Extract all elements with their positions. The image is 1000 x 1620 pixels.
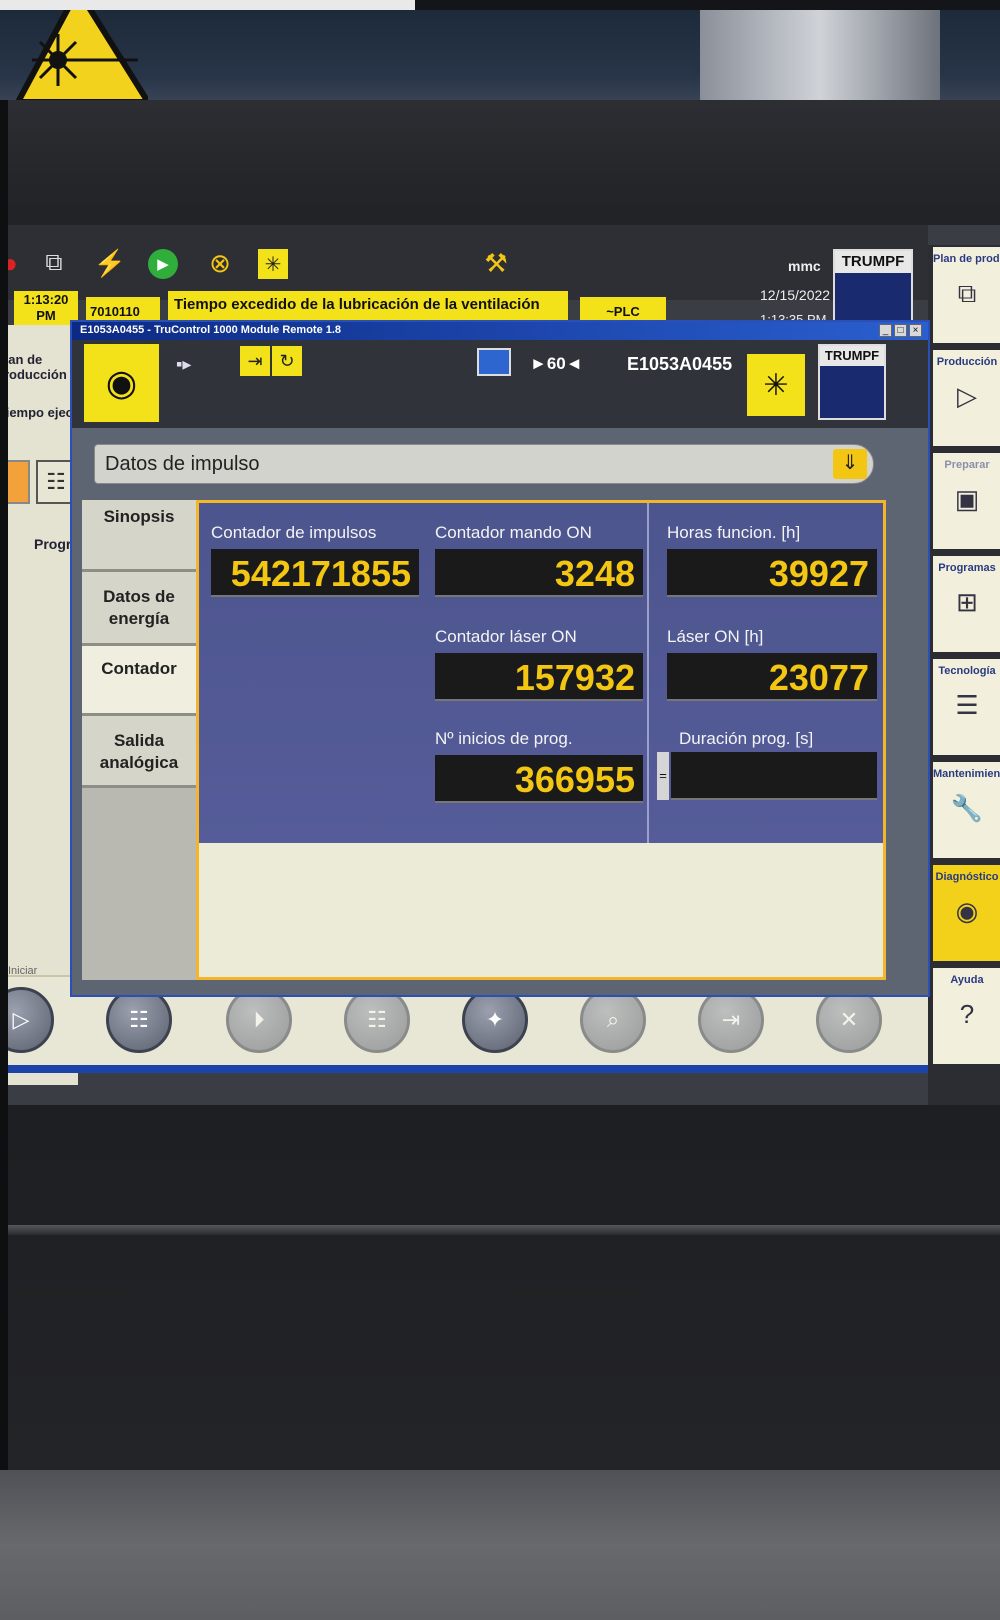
contador-impulsos-label: Contador de impulsos xyxy=(211,523,377,542)
counter-content: Contador de impulsos 542171855 Contador … xyxy=(196,500,886,980)
photo-top-strip xyxy=(0,0,1000,10)
machine-id: E1053A0455 xyxy=(627,354,733,374)
laser-on-value: 23077 xyxy=(667,653,877,701)
duracion-prog-label: Duración prog. [s] xyxy=(679,729,814,748)
horas-funcion-value: 39927 xyxy=(667,549,877,597)
layers-icon: ⧉ xyxy=(957,278,977,308)
monitor-icon[interactable] xyxy=(477,348,511,376)
lightning-icon[interactable]: ⚡ xyxy=(94,247,126,279)
counter-panel: Contador de impulsos 542171855 Contador … xyxy=(199,503,883,843)
laser-warning-sign-icon xyxy=(8,10,148,102)
sidebar-item-plan-produccion[interactable]: Plan de producción ⧉ xyxy=(931,245,1000,345)
side-tabs: Sinopsis Datos de energía Contador Salid… xyxy=(82,500,196,980)
right-sidebar: Plan de producción ⧉ Producción ▷ Prepar… xyxy=(928,245,1000,1105)
sidebar-item-ayuda[interactable]: Ayuda ? xyxy=(931,966,1000,1066)
prepare-icon: ▣ xyxy=(954,484,980,514)
sidebar-item-mantenimiento[interactable]: Mantenimiento 🔧 xyxy=(931,760,1000,860)
photo-top-dark xyxy=(415,0,1000,10)
data-category-dropdown[interactable]: Datos de impulso ⇓ xyxy=(94,444,874,484)
sidebar-item-programas[interactable]: Programas ⊞ xyxy=(931,554,1000,654)
tab-datos-energia[interactable]: Datos de energía xyxy=(82,572,196,646)
eye-icon: ◉ xyxy=(955,896,979,926)
eye-view-button[interactable]: ◉ xyxy=(84,344,159,422)
horas-funcion-label: Horas funcion. [h] xyxy=(667,523,801,542)
inicios-prog-label: Nº inicios de prog. xyxy=(435,729,573,748)
tab-sinopsis[interactable]: Sinopsis xyxy=(82,500,196,572)
trumpf-logo: TRUMPF xyxy=(833,249,913,327)
alarm-icon[interactable]: ● xyxy=(8,247,26,279)
contador-laser-label: Contador láser ON xyxy=(435,627,577,646)
trumpf-logo-dialog: TRUMPF xyxy=(818,344,886,420)
view-list-button[interactable] xyxy=(8,460,30,504)
inicios-prog-value: 366955 xyxy=(435,755,643,803)
record-step-icon[interactable]: ▪▸ xyxy=(176,354,191,375)
screen: ● ⧉ ⚡ ▶ ⊗ ✳ ⚒ mmc 12/15/2022 1:13:35 PM … xyxy=(8,225,1000,1105)
window-controls: _ □ × xyxy=(879,324,922,337)
close-icon[interactable]: × xyxy=(909,324,922,337)
help-icon: ? xyxy=(959,999,975,1029)
laser-on-label: Láser ON [h] xyxy=(667,627,764,646)
chevron-down-icon[interactable]: ⇓ xyxy=(833,449,867,479)
start-icon[interactable]: ▶ xyxy=(148,249,178,279)
laser-icon[interactable]: ✳ xyxy=(258,249,288,279)
play-frame-icon: ▷ xyxy=(957,381,977,411)
sidebar-item-preparar[interactable]: Preparar ▣ xyxy=(931,451,1000,551)
blue-strip xyxy=(8,1065,1000,1073)
wrench-icon: 🔧 xyxy=(950,793,984,823)
stop-circle-icon[interactable]: ⊗ xyxy=(204,247,236,279)
tab-salida-analogica[interactable]: Salida analógica xyxy=(82,716,196,788)
left-app-panel: Plan de producción Tiempo ejec. ☷ Progr … xyxy=(8,325,78,1085)
dialog-header: ◉ ▪▸ ⇥ ↻ ►60◄ E1053A0455 ✳ TRUMPF xyxy=(72,340,928,428)
sidebar-item-produccion[interactable]: Producción ▷ xyxy=(931,348,1000,448)
panel-divider xyxy=(647,503,649,843)
contador-laser-value: 157932 xyxy=(435,653,643,701)
start-program-button[interactable]: ▷ xyxy=(8,987,54,1053)
maximize-icon[interactable]: □ xyxy=(894,324,907,337)
monitor-bezel-line xyxy=(8,1225,1000,1235)
laser-status-icon[interactable]: ✳ xyxy=(747,354,805,416)
dialog-title: E1053A0455 - TruControl 1000 Module Remo… xyxy=(72,322,928,340)
message-time: 1:13:20 PM xyxy=(14,291,78,325)
exit-door-icon[interactable]: ⇥ xyxy=(240,346,270,376)
tiempo-ejec-label: Tiempo ejec. xyxy=(8,405,77,420)
left-edge xyxy=(0,100,8,1470)
contador-mando-value: 3248 xyxy=(435,549,643,597)
dropdown-value: Datos de impulso xyxy=(105,453,260,475)
minimize-icon[interactable]: _ xyxy=(879,324,892,337)
bottom-surface xyxy=(0,1470,1000,1620)
duration-marker: = xyxy=(657,752,669,800)
duracion-prog-value xyxy=(671,752,877,800)
contador-mando-label: Contador mando ON xyxy=(435,523,592,542)
technology-icon: ☰ xyxy=(955,690,979,720)
refresh-icon[interactable]: ↻ xyxy=(272,346,302,376)
light-fixture xyxy=(700,10,940,105)
contador-impulsos-value: 542171855 xyxy=(211,549,419,597)
eye-icon: ◉ xyxy=(105,362,138,403)
sidebar-item-tecnologia[interactable]: Tecnología ☰ xyxy=(931,657,1000,757)
speed-indicator: ►60◄ xyxy=(530,354,583,373)
plan-produccion-label[interactable]: Plan de producción xyxy=(8,352,76,382)
programs-icon: ⊞ xyxy=(956,587,978,617)
wall-background xyxy=(0,10,1000,105)
copy-icon[interactable]: ⧉ xyxy=(38,247,70,279)
tab-contador[interactable]: Contador xyxy=(82,646,196,716)
current-user: mmc xyxy=(788,258,821,274)
trucontrol-dialog: E1053A0455 - TruControl 1000 Module Remo… xyxy=(70,320,930,997)
programa-label: Progr xyxy=(34,536,72,552)
current-date: 12/15/2022 xyxy=(760,287,831,303)
sidebar-item-diagnostico[interactable]: Diagnóstico ◉ xyxy=(931,863,1000,963)
wrench-icon[interactable]: ⚒ xyxy=(480,247,512,279)
